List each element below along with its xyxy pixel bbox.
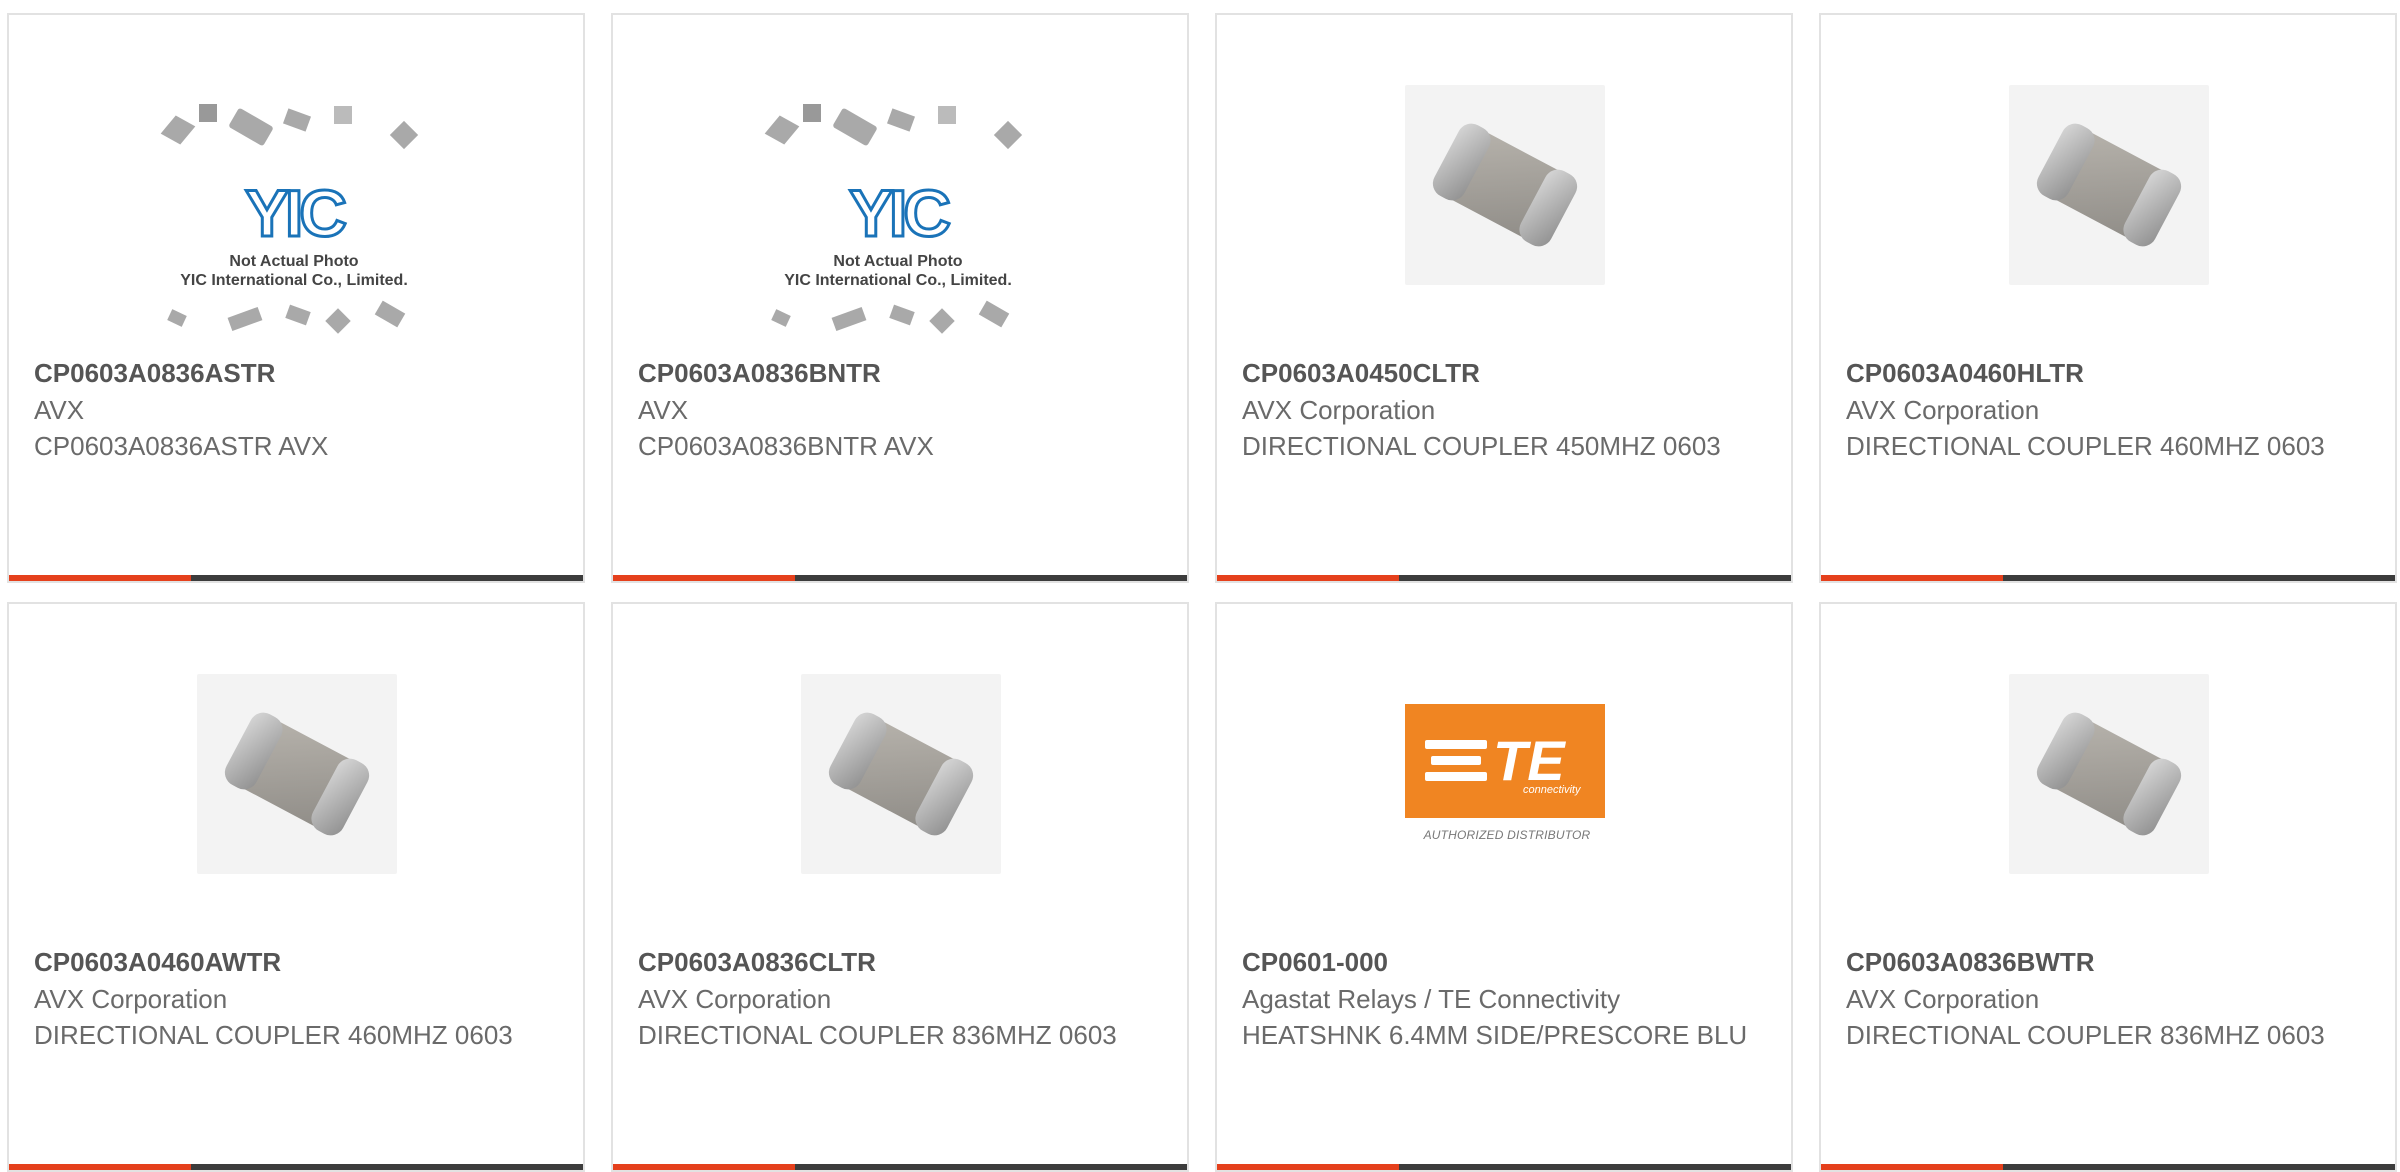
te-connectivity-logo: TE connectivity AUTHORIZED DISTRIBUTOR	[1405, 704, 1609, 844]
part-number[interactable]: CP0603A0460HLTR	[1846, 355, 2375, 392]
description: DIRECTIONAL COUPLER 836MHZ 0603	[1846, 1020, 2325, 1050]
product-grid: YIC Not Actual Photo YIC International C…	[0, 0, 2400, 1172]
part-number[interactable]: CP0603A0836BNTR	[638, 355, 1167, 392]
product-image[interactable]: YIC Not Actual Photo YIC International C…	[9, 15, 583, 345]
product-info: CP0603A0460AWTR AVX Corporation DIRECTIO…	[34, 944, 563, 1053]
image-caption-1: Not Actual Photo	[833, 253, 963, 270]
manufacturer: AVX Corporation	[638, 984, 832, 1014]
smd-chip-image	[2009, 674, 2209, 874]
product-card[interactable]: CP0603A0836CLTR AVX Corporation DIRECTIO…	[611, 602, 1189, 1172]
bar-accent	[613, 575, 795, 581]
manufacturer: AVX Corporation	[34, 984, 228, 1014]
description: CP0603A0836ASTR AVX	[34, 431, 329, 461]
manufacturer: AVX Corporation	[1846, 984, 2040, 1014]
te-caption: AUTHORIZED DISTRIBUTOR	[1423, 828, 1591, 842]
card-bottom-bar	[1821, 1164, 2395, 1170]
product-card[interactable]: YIC Not Actual Photo YIC International C…	[611, 13, 1189, 583]
smd-chip-icon	[828, 712, 974, 836]
card-bottom-bar	[9, 575, 583, 581]
product-card[interactable]: YIC Not Actual Photo YIC International C…	[7, 13, 585, 583]
manufacturer: Agastat Relays / TE Connectivity	[1242, 984, 1621, 1014]
product-info: CP0603A0460HLTR AVX Corporation DIRECTIO…	[1846, 355, 2375, 464]
card-bottom-bar	[1217, 575, 1791, 581]
smd-chip-image	[801, 674, 1001, 874]
card-bottom-bar	[1217, 1164, 1791, 1170]
product-card[interactable]: CP0603A0460HLTR AVX Corporation DIRECTIO…	[1819, 13, 2397, 583]
product-image[interactable]	[1217, 15, 1791, 345]
yic-logo: YIC	[847, 175, 952, 252]
product-card[interactable]: CP0603A0460AWTR AVX Corporation DIRECTIO…	[7, 602, 585, 1172]
te-logo-subtext: connectivity	[1523, 784, 1581, 796]
product-image[interactable]	[9, 604, 583, 934]
smd-chip-image	[197, 674, 397, 874]
card-bottom-bar	[9, 1164, 583, 1170]
description: HEATSHNK 6.4MM SIDE/PRESCORE BLU	[1242, 1020, 1748, 1050]
smd-chip-icon	[2036, 123, 2182, 247]
product-card[interactable]: CP0603A0450CLTR AVX Corporation DIRECTIO…	[1215, 13, 1793, 583]
product-info: CP0603A0450CLTR AVX Corporation DIRECTIO…	[1242, 355, 1771, 464]
manufacturer: AVX Corporation	[1242, 395, 1436, 425]
image-caption-1: Not Actual Photo	[229, 253, 359, 270]
product-info: CP0603A0836BNTR AVX CP0603A0836BNTR AVX	[638, 355, 1167, 464]
image-caption-2: YIC International Co., Limited.	[180, 272, 408, 289]
product-image[interactable]: YIC Not Actual Photo YIC International C…	[613, 15, 1187, 345]
bar-accent	[613, 1164, 795, 1170]
product-image[interactable]	[1821, 604, 2395, 934]
product-info: CP0603A0836BWTR AVX Corporation DIRECTIO…	[1846, 944, 2375, 1053]
product-info: CP0603A0836CLTR AVX Corporation DIRECTIO…	[638, 944, 1167, 1053]
description: DIRECTIONAL COUPLER 460MHZ 0603	[34, 1020, 513, 1050]
card-bottom-bar	[613, 575, 1187, 581]
bar-accent	[1217, 1164, 1399, 1170]
card-bottom-bar	[1821, 575, 2395, 581]
card-bottom-bar	[613, 1164, 1187, 1170]
smd-chip-icon	[1432, 123, 1578, 247]
product-card[interactable]: TE connectivity AUTHORIZED DISTRIBUTOR C…	[1215, 602, 1793, 1172]
product-image[interactable]	[613, 604, 1187, 934]
yic-placeholder-image: YIC Not Actual Photo YIC International C…	[763, 100, 1033, 345]
manufacturer: AVX	[34, 395, 85, 425]
part-number[interactable]: CP0603A0450CLTR	[1242, 355, 1771, 392]
bar-accent	[9, 575, 191, 581]
bar-accent	[9, 1164, 191, 1170]
manufacturer: AVX	[638, 395, 689, 425]
part-number[interactable]: CP0603A0836CLTR	[638, 944, 1167, 981]
yic-placeholder-image: YIC Not Actual Photo YIC International C…	[159, 100, 429, 345]
bar-accent	[1217, 575, 1399, 581]
description: DIRECTIONAL COUPLER 460MHZ 0603	[1846, 431, 2325, 461]
product-image[interactable]: TE connectivity AUTHORIZED DISTRIBUTOR	[1217, 604, 1791, 934]
manufacturer: AVX Corporation	[1846, 395, 2040, 425]
te-logo-box: TE connectivity	[1405, 704, 1605, 818]
description: DIRECTIONAL COUPLER 836MHZ 0603	[638, 1020, 1117, 1050]
smd-chip-icon	[2036, 712, 2182, 836]
product-card[interactable]: CP0603A0836BWTR AVX Corporation DIRECTIO…	[1819, 602, 2397, 1172]
part-number[interactable]: CP0603A0836ASTR	[34, 355, 563, 392]
description: DIRECTIONAL COUPLER 450MHZ 0603	[1242, 431, 1721, 461]
product-info: CP0601-000 Agastat Relays / TE Connectiv…	[1242, 944, 1771, 1053]
part-number[interactable]: CP0603A0836BWTR	[1846, 944, 2375, 981]
bar-accent	[1821, 575, 2003, 581]
smd-chip-image	[1405, 85, 1605, 285]
product-info: CP0603A0836ASTR AVX CP0603A0836ASTR AVX	[34, 355, 563, 464]
image-caption-2: YIC International Co., Limited.	[784, 272, 1012, 289]
part-number[interactable]: CP0603A0460AWTR	[34, 944, 563, 981]
yic-logo: YIC	[243, 175, 348, 252]
product-image[interactable]	[1821, 15, 2395, 345]
part-number[interactable]: CP0601-000	[1242, 944, 1771, 981]
smd-chip-image	[2009, 85, 2209, 285]
description: CP0603A0836BNTR AVX	[638, 431, 934, 461]
smd-chip-icon	[224, 712, 370, 836]
bar-accent	[1821, 1164, 2003, 1170]
